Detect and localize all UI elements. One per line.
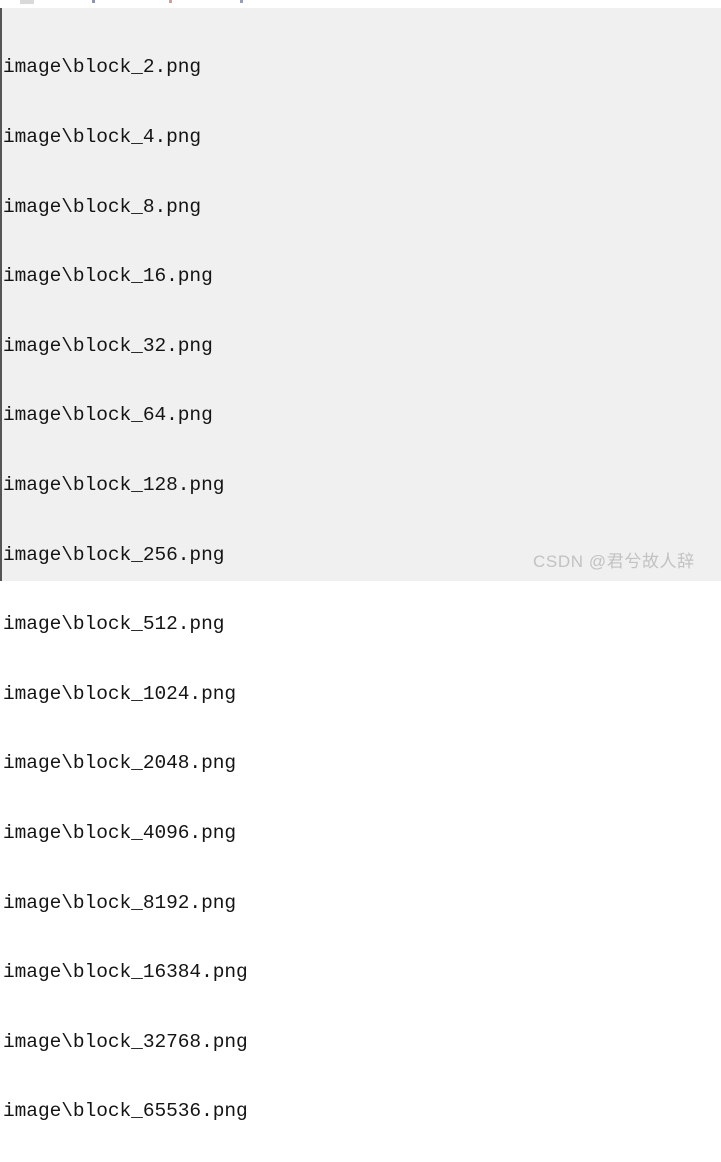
output-line: image\block_8.png xyxy=(3,195,202,218)
window-title-bar[interactable] xyxy=(0,0,721,8)
output-line: image\block_16384.png xyxy=(3,961,248,984)
output-line: image\block_32768.png xyxy=(3,1030,248,1053)
console-output: image\block_2.png image\block_4.png imag… xyxy=(3,10,656,1162)
output-line: image\block_64.png xyxy=(3,404,213,427)
output-line: image\block_2.png xyxy=(3,56,202,79)
window-app-icon xyxy=(20,0,34,4)
output-line: image\block_512.png xyxy=(3,613,225,636)
csdn-watermark: CSDN @君兮故人辞 xyxy=(533,552,695,571)
output-line: image\block_16.png xyxy=(3,265,213,288)
console-client-area[interactable]: image\block_2.png image\block_4.png imag… xyxy=(0,8,721,1122)
output-line: image\block_8192.png xyxy=(3,891,237,914)
output-line: image\block_1024.png xyxy=(3,682,237,705)
window-title-text xyxy=(44,0,374,3)
output-line: image\block_32.png xyxy=(3,334,213,357)
output-line: image\block_65536.png xyxy=(3,1100,248,1123)
output-line: image\block_4.png xyxy=(3,126,202,148)
output-line: image\block_4096.png xyxy=(3,821,237,844)
output-line: image\block_2048.png xyxy=(3,752,237,775)
output-line: image\block_128.png xyxy=(3,473,225,496)
